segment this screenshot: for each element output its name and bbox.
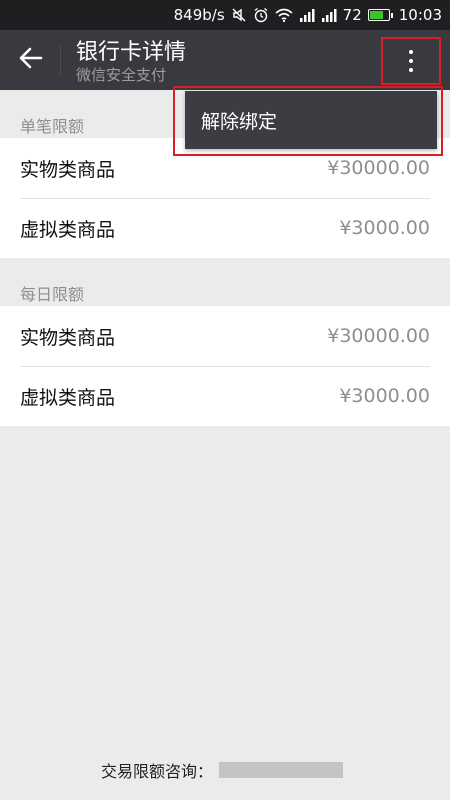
more-dot bbox=[409, 68, 413, 72]
page-subtitle: 微信安全支付 bbox=[76, 66, 167, 84]
row-value: ¥30000.00 bbox=[327, 325, 430, 347]
signal-icon-2 bbox=[321, 8, 337, 22]
more-options-button[interactable] bbox=[381, 37, 441, 85]
section-label-daily-limit: 每日限额 bbox=[20, 285, 85, 304]
list-item[interactable]: 虚拟类商品 ¥3000.00 bbox=[0, 366, 450, 426]
footer-label: 交易限额咨询： bbox=[101, 762, 214, 781]
row-value: ¥30000.00 bbox=[327, 157, 430, 179]
more-dot bbox=[409, 59, 413, 63]
menu-item-unbind[interactable]: 解除绑定 bbox=[185, 91, 437, 149]
row-label: 实物类商品 bbox=[20, 326, 116, 349]
title-divider bbox=[60, 46, 61, 76]
more-vertical-icon bbox=[409, 50, 413, 54]
row-label: 虚拟类商品 bbox=[20, 386, 116, 409]
page-title: 银行卡详情 bbox=[76, 40, 187, 65]
back-button[interactable] bbox=[14, 44, 48, 76]
signal-icon bbox=[299, 8, 315, 22]
status-time: 10:03 bbox=[398, 6, 442, 24]
back-arrow-icon bbox=[19, 47, 43, 73]
footer-consult: 交易限额咨询： bbox=[101, 758, 344, 782]
list-item[interactable]: 虚拟类商品 ¥3000.00 bbox=[0, 198, 450, 258]
row-value: ¥3000.00 bbox=[339, 385, 430, 407]
battery-icon bbox=[367, 9, 393, 21]
section-label-single-limit: 单笔限额 bbox=[20, 117, 85, 136]
screen: 849b/s 72 10:03 银行卡详情 微信安全支付 单笔限额 实物类商品 … bbox=[0, 0, 450, 800]
menu-item-label: 解除绑定 bbox=[201, 110, 278, 133]
network-speed: 849b/s bbox=[173, 6, 225, 24]
redacted-phone bbox=[219, 762, 344, 778]
row-label: 虚拟类商品 bbox=[20, 218, 116, 241]
title-bar: 银行卡详情 微信安全支付 bbox=[0, 30, 450, 90]
single-limit-group: 实物类商品 ¥30000.00 虚拟类商品 ¥3000.00 bbox=[0, 138, 450, 258]
wifi-icon bbox=[275, 8, 293, 22]
status-bar: 849b/s 72 10:03 bbox=[0, 0, 450, 30]
mute-icon bbox=[231, 7, 247, 23]
row-value: ¥3000.00 bbox=[339, 217, 430, 239]
daily-limit-group: 实物类商品 ¥30000.00 虚拟类商品 ¥3000.00 bbox=[0, 306, 450, 426]
list-item[interactable]: 实物类商品 ¥30000.00 bbox=[0, 306, 450, 366]
alarm-icon bbox=[253, 7, 269, 23]
row-label: 实物类商品 bbox=[20, 158, 116, 181]
battery-level: 72 bbox=[342, 6, 362, 24]
